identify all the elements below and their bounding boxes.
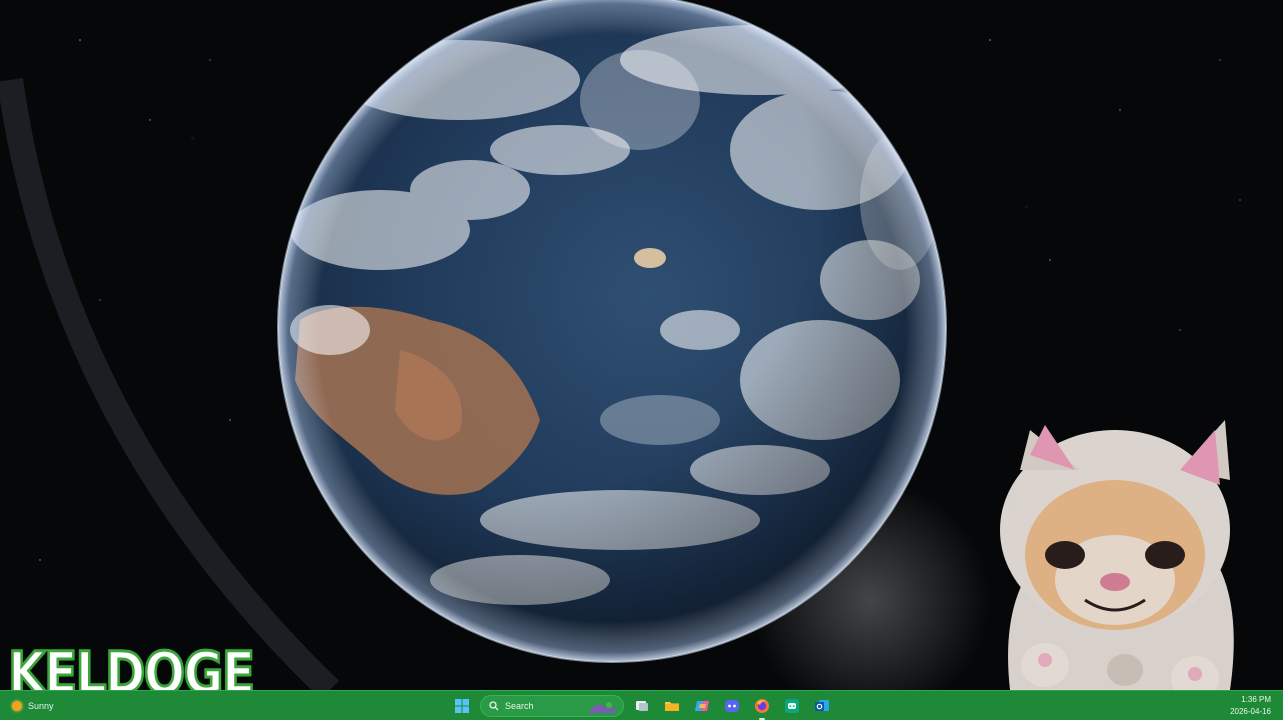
clock-time: 1:36 PM [1241,695,1271,704]
keldoge-watermark: KELDOGE [7,639,257,691]
discord-icon[interactable] [720,694,744,718]
search-icon [489,701,499,711]
search-placeholder: Search [505,701,534,711]
weather-widget[interactable]: Sunny [12,693,54,719]
chatgpt-icon[interactable] [780,694,804,718]
sun-icon [12,701,22,711]
cat-astronaut-mascot [1000,420,1234,690]
task-view-icon[interactable] [630,694,654,718]
firefox-icon[interactable] [750,694,774,720]
wallpaper-art [0,0,1241,690]
system-clock[interactable]: 1:36 PM 2026-04-16 [1230,694,1271,718]
weather-label: Sunny [28,701,54,711]
search-highlight-icon [589,702,615,713]
copilot-icon[interactable] [690,694,714,718]
windows-start-icon[interactable] [450,694,474,718]
taskbar-apps: Search [450,694,834,720]
desktop-wallpaper: KELDOGE [0,0,1283,690]
taskbar: Sunny Search 1:36 PM 2026-04-16 [0,690,1283,720]
file-explorer-icon[interactable] [660,694,684,718]
clock-date: 2026-04-16 [1230,707,1271,716]
search-box[interactable]: Search [480,695,624,717]
outlook-icon[interactable] [810,694,834,718]
